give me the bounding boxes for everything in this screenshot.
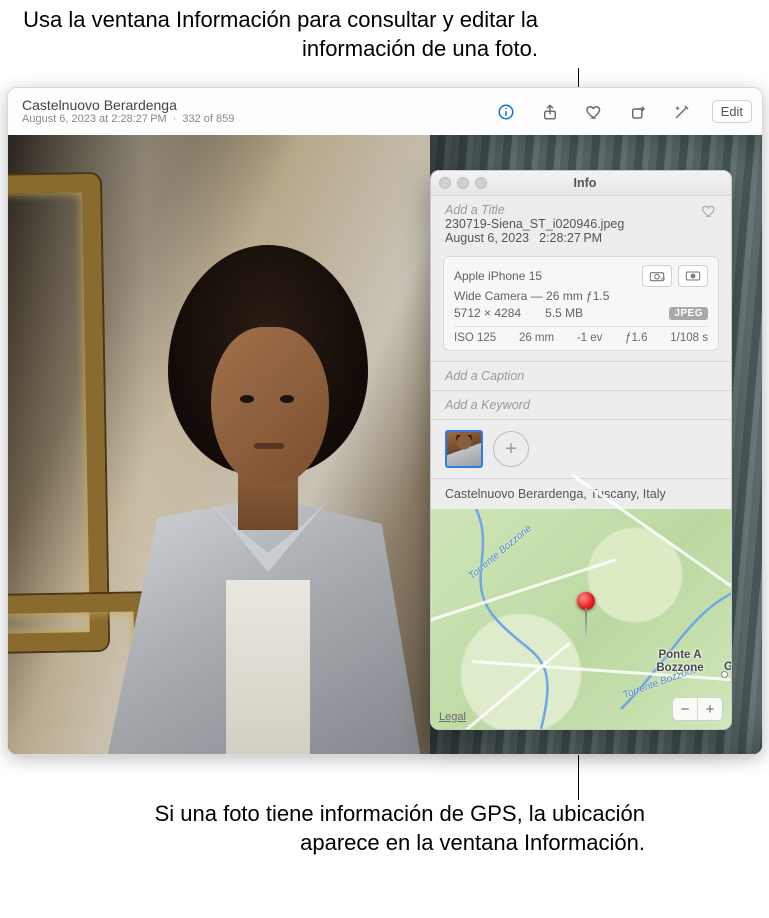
callout-gps-location: Si una foto tiene información de GPS, la… [150,800,645,857]
edit-button[interactable]: Edit [712,100,752,123]
exif-ev: -1 ev [577,332,603,344]
exif-focal: 26 mm [519,332,554,344]
map-zoom-out-button[interactable]: − [673,698,697,720]
photo-timestamp: August 6, 2023 at 2:28:27 PM [22,113,167,126]
traffic-light-minimize[interactable] [457,177,469,189]
gold-frame-decoration [8,174,108,652]
keyword-field[interactable]: Add a Keyword [445,398,530,412]
add-person-button[interactable]: + [493,431,529,467]
image-filesize: 5.5 MB [545,306,583,320]
toolbar-title-block: Castelnuovo Berardenga August 6, 2023 at… [22,97,282,126]
caption-field[interactable]: Add a Caption [445,369,524,383]
detected-face-thumbnail[interactable] [445,430,483,468]
white-balance-icon[interactable]: WB [642,265,672,287]
map-zoom-in-button[interactable]: + [697,698,722,720]
svg-text:WB: WB [660,276,665,281]
map-place-label-2: G [724,661,732,673]
people-row: + [431,419,731,478]
location-map[interactable]: Torrente Bozzone Torrente Bozzone Ponte … [431,509,731,729]
info-window: Info Add a Title 230719-Siena_ST_i020946… [430,170,732,730]
filename-label: 230719-Siena_ST_i020946.jpeg [445,217,701,231]
image-dimensions: 5712 × 4284 [454,306,521,320]
photo-location-title: Castelnuovo Berardenga [22,97,282,113]
map-pin-icon[interactable] [577,592,595,610]
format-badge: JPEG [669,307,708,320]
info-window-titlebar[interactable]: Info [431,171,731,196]
rotate-icon[interactable] [624,98,652,126]
exif-aperture: ƒ1.6 [625,332,647,344]
separator-dot [173,113,177,126]
info-time: 2:28:27 PM [539,231,602,245]
photos-toolbar: Castelnuovo Berardenga August 6, 2023 at… [8,88,762,136]
callout-leader-bottom [578,755,579,800]
camera-info-box: Apple iPhone 15 WB Wide Camera — 26 mm ƒ… [443,256,719,351]
info-date: August 6, 2023 [445,231,529,245]
exif-iso: ISO 125 [454,332,496,344]
photo-counter: 332 of 859 [182,113,234,126]
river-line [431,509,732,729]
exif-row: ISO 125 26 mm -1 ev ƒ1.6 1/108 s [454,326,708,344]
exif-shutter: 1/108 s [670,332,708,344]
river-label: Torrente Bozzone [467,523,534,582]
portrait-subject [98,245,408,754]
info-header-section: Add a Title 230719-Siena_ST_i020946.jpeg… [431,196,731,252]
camera-lens: Wide Camera — 26 mm ƒ1.5 [454,289,708,303]
favorite-heart-icon[interactable] [580,98,608,126]
raw-profile-icon[interactable] [678,265,708,287]
map-zoom-control: − + [672,697,723,721]
map-legal-link[interactable]: Legal [439,711,466,723]
traffic-light-zoom[interactable] [475,177,487,189]
traffic-light-close[interactable] [439,177,451,189]
info-window-title: Info [493,176,677,190]
info-icon[interactable] [492,98,520,126]
info-favorite-heart-icon[interactable] [701,203,717,222]
share-icon[interactable] [536,98,564,126]
map-road [430,558,617,623]
map-place-label: Ponte A Bozzone [645,649,715,674]
auto-enhance-icon[interactable] [668,98,696,126]
callout-info-window: Usa la ventana Información para consulta… [18,6,538,63]
title-field[interactable]: Add a Title [445,203,701,217]
camera-device: Apple iPhone 15 [454,269,542,283]
